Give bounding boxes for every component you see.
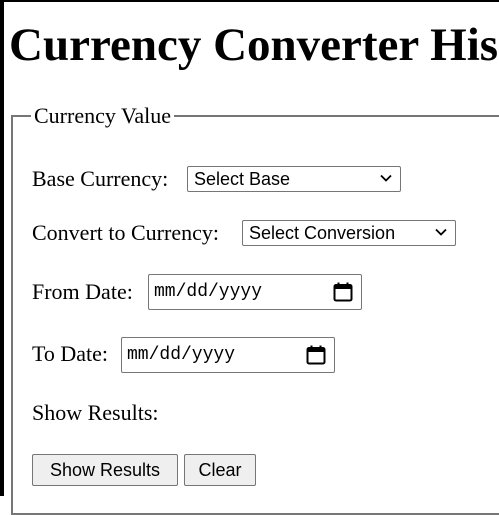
convert-currency-label: Convert to Currency: [32, 220, 219, 245]
from-date-label: From Date: [32, 279, 133, 304]
calendar-icon[interactable] [333, 282, 353, 302]
from-date-placeholder: mm/dd/yyyy [154, 282, 263, 302]
window-left-border [0, 0, 4, 496]
chevron-down-icon [435, 228, 447, 236]
to-date-input[interactable]: mm/dd/yyyy [121, 337, 335, 373]
from-date-input[interactable]: mm/dd/yyyy [148, 274, 362, 310]
base-currency-select[interactable]: Select Base [187, 166, 401, 192]
page-title: Currency Converter His [9, 19, 499, 71]
show-results-button[interactable]: Show Results [32, 454, 178, 486]
fieldset-legend: Currency Value [31, 103, 175, 129]
window-top-border [0, 0, 499, 2]
base-currency-label: Base Currency: [32, 166, 169, 191]
convert-currency-select[interactable]: Select Conversion [242, 220, 456, 246]
clear-button[interactable]: Clear [184, 454, 256, 486]
convert-currency-selected-value: Select Conversion [249, 223, 396, 243]
to-date-label: To Date: [32, 341, 109, 366]
show-results-label: Show Results: [32, 400, 159, 425]
to-date-placeholder: mm/dd/yyyy [127, 345, 236, 365]
base-currency-selected-value: Select Base [194, 169, 291, 189]
chevron-down-icon [380, 174, 392, 182]
calendar-icon[interactable] [306, 345, 326, 365]
